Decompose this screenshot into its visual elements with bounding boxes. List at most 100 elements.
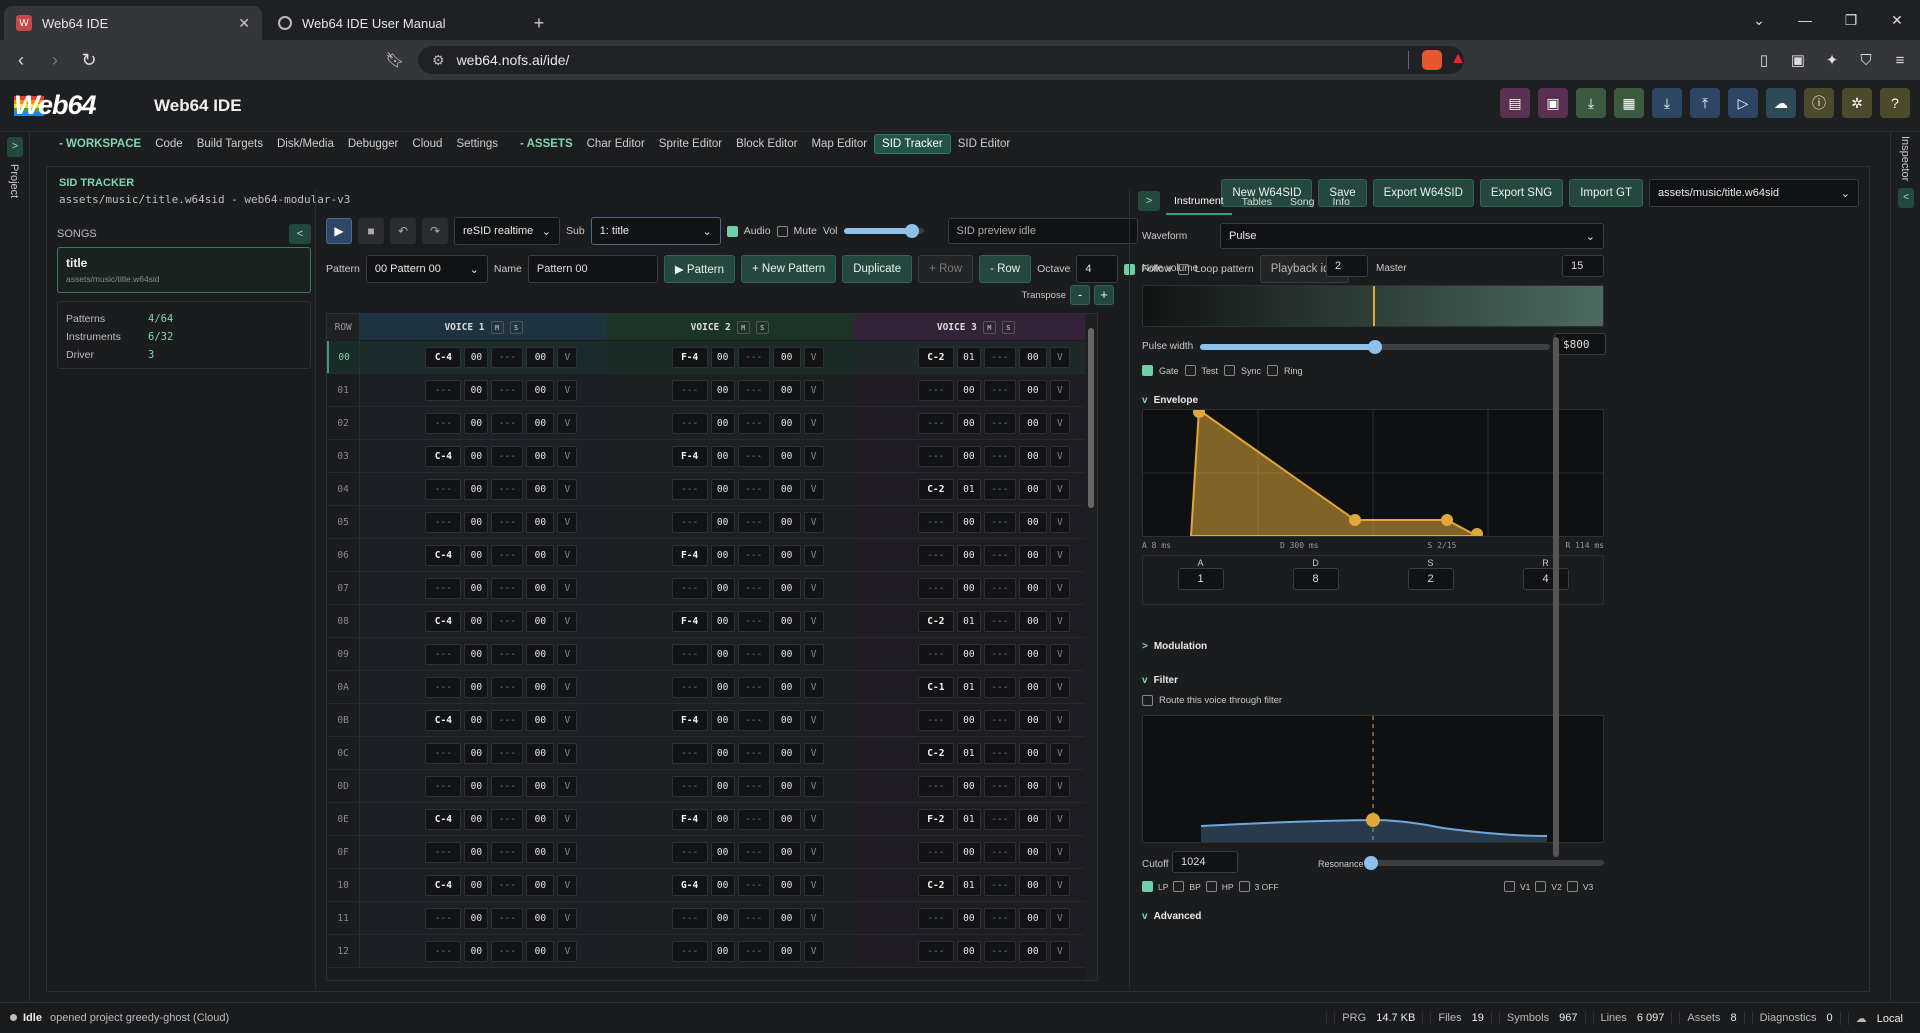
effect-cell[interactable]: --- [737,610,770,632]
instrument-cell[interactable]: 00 [956,544,981,566]
note-cell[interactable]: --- [671,676,708,698]
effect-cell[interactable]: --- [491,544,524,566]
volume-cell[interactable]: V [1049,709,1070,731]
volume-cell[interactable]: V [803,808,824,830]
volume-cell[interactable]: V [803,643,824,665]
effect-cell[interactable]: --- [737,346,770,368]
volume-cell[interactable]: V [557,544,578,566]
instrument-cell[interactable]: 00 [710,346,735,368]
volume-cell[interactable]: V [557,808,578,830]
v3-checkbox[interactable] [1566,881,1578,892]
volume-cell[interactable]: V [557,346,578,368]
volume-cell[interactable]: V [803,709,824,731]
instrument-cell[interactable]: 00 [710,478,735,500]
effect-cell[interactable]: --- [737,511,770,533]
tab-instrument[interactable]: Instrument [1166,189,1232,215]
table-row[interactable]: 03 C-4 00 --- 00 V F-4 00 --- 00 V --- 00 --- 00 V [327,440,1097,473]
effect-cell[interactable]: --- [983,907,1016,929]
volume-cell[interactable]: V [1049,544,1070,566]
volume-cell[interactable]: V [1049,610,1070,632]
effect-cell[interactable]: --- [983,412,1016,434]
collapse-inspector-button[interactable]: > [1138,191,1160,211]
effect-cell[interactable]: --- [491,511,524,533]
note-cell[interactable]: C-4 [425,445,462,467]
note-cell[interactable]: --- [917,643,954,665]
instrument-cell[interactable]: 00 [464,775,489,797]
envelope-section-header[interactable]: v Envelope [1142,395,1198,406]
param-cell[interactable]: 00 [1018,610,1047,632]
menu-block-editor[interactable]: Block Editor [729,135,804,153]
note-cell[interactable]: --- [671,775,708,797]
table-row[interactable]: 06 C-4 00 --- 00 V F-4 00 --- 00 V --- 00 --- 00 V [327,539,1097,572]
note-cell[interactable]: --- [425,775,462,797]
lp-checkbox[interactable] [1142,881,1153,892]
table-row[interactable]: 05 --- 00 --- 00 V --- 00 --- 00 V --- 00 --- 00 V [327,506,1097,539]
v1-checkbox[interactable] [1504,881,1515,892]
site-settings-icon[interactable]: ⚙︎ [432,52,445,69]
undo-icon[interactable]: ↶ [390,218,416,244]
effect-cell[interactable]: --- [491,874,524,896]
help-icon[interactable]: ? [1880,88,1910,118]
volume-cell[interactable]: V [1049,643,1070,665]
volume-cell[interactable]: V [803,379,824,401]
instrument-cell[interactable]: 00 [464,346,489,368]
note-cell[interactable]: F-4 [671,445,708,467]
volume-cell[interactable]: V [803,907,824,929]
param-cell[interactable]: 00 [772,709,801,731]
instrument-cell[interactable]: 01 [956,478,981,500]
note-cell[interactable]: --- [425,742,462,764]
param-cell[interactable]: 00 [772,544,801,566]
note-cell[interactable]: --- [917,907,954,929]
note-cell[interactable]: --- [917,577,954,599]
instrument-cell[interactable]: 00 [464,379,489,401]
volume-cell[interactable]: V [803,346,824,368]
param-cell[interactable]: 00 [526,775,555,797]
minimize-icon[interactable]: — [1782,12,1828,28]
note-cell[interactable]: --- [425,478,462,500]
volume-cell[interactable]: V [557,775,578,797]
effect-cell[interactable]: --- [491,577,524,599]
effect-cell[interactable]: --- [983,643,1016,665]
volume-cell[interactable]: V [1049,808,1070,830]
attack-input[interactable]: 1 [1177,568,1224,590]
param-cell[interactable]: 00 [526,709,555,731]
instrument-cell[interactable]: 00 [710,544,735,566]
close-window-icon[interactable]: ✕ [1874,12,1920,29]
note-cell[interactable]: C-2 [917,874,954,896]
close-tab-icon[interactable]: ✕ [238,15,250,32]
note-cell[interactable]: C-2 [917,346,954,368]
param-cell[interactable]: 00 [1018,709,1047,731]
cutoff-input[interactable]: 1024 [1172,851,1238,873]
mute-voice-3-button[interactable]: M [982,320,996,334]
note-cell[interactable]: --- [671,643,708,665]
effect-cell[interactable]: --- [491,379,524,401]
volume-cell[interactable]: V [557,577,578,599]
volume-cell[interactable]: V [803,412,824,434]
menu-cloud[interactable]: Cloud [405,135,449,153]
effect-cell[interactable]: --- [491,742,524,764]
note-cell[interactable]: F-2 [917,808,954,830]
volume-cell[interactable]: V [1049,445,1070,467]
note-cell[interactable]: --- [917,775,954,797]
volume-cell[interactable]: V [803,577,824,599]
delete-row-button[interactable]: - Row [979,255,1032,283]
settings-icon[interactable]: ✲ [1842,88,1872,118]
volume-cell[interactable]: V [803,511,824,533]
effect-cell[interactable]: --- [983,379,1016,401]
menu-disk-media[interactable]: Disk/Media [270,135,341,153]
note-cell[interactable]: C-1 [917,676,954,698]
table-row[interactable]: 01 --- 00 --- 00 V --- 00 --- 00 V --- 00 --- 00 V [327,374,1097,407]
effect-cell[interactable]: --- [737,709,770,731]
table-row[interactable]: 00 C-4 00 --- 00 V F-4 00 --- 00 V C-2 01 --- 00 V [327,341,1097,374]
solo-voice-2-button[interactable]: S [755,320,769,334]
volume-cell[interactable]: V [1049,907,1070,929]
master-volume-input[interactable]: 15 [1562,255,1604,277]
v2-checkbox[interactable] [1535,881,1547,892]
param-cell[interactable]: 00 [1018,445,1047,467]
instrument-cell[interactable]: 00 [464,445,489,467]
effect-cell[interactable]: --- [983,874,1016,896]
effect-cell[interactable]: --- [491,808,524,830]
effect-cell[interactable]: --- [737,742,770,764]
param-cell[interactable]: 00 [1018,643,1047,665]
param-cell[interactable]: 00 [526,907,555,929]
